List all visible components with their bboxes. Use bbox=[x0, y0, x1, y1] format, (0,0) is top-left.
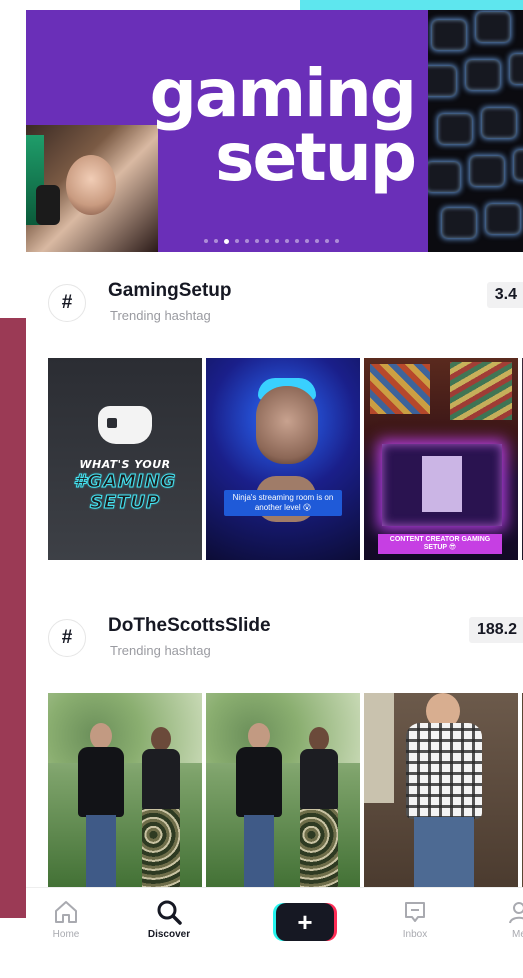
nav-me[interactable]: Me bbox=[484, 898, 523, 940]
carousel-dots[interactable] bbox=[204, 238, 339, 244]
hashtag-row-dothescottsslide[interactable]: # DoTheScottsSlide Trending hashtag 188.… bbox=[26, 613, 523, 683]
banner-gamer-photo bbox=[26, 125, 158, 252]
banner-title: gaming setup bbox=[150, 61, 417, 196]
room-window bbox=[364, 693, 394, 803]
hashtag-name[interactable]: DoTheScottsSlide bbox=[108, 615, 271, 637]
carousel-dot[interactable] bbox=[305, 239, 309, 243]
carousel-dot[interactable] bbox=[204, 239, 208, 243]
hashtag-subtitle: Trending hashtag bbox=[110, 308, 211, 323]
video-thumbnail[interactable]: CONTENT CREATOR GAMING SETUP 😎 bbox=[364, 358, 518, 560]
hashtag-name[interactable]: GamingSetup bbox=[108, 280, 232, 302]
carousel-dot[interactable] bbox=[325, 239, 329, 243]
nav-discover[interactable]: Discover bbox=[134, 898, 204, 940]
hashtag-thumbnails-dothescottsslide bbox=[48, 693, 523, 895]
carousel-dot[interactable] bbox=[295, 239, 299, 243]
wall-art bbox=[370, 364, 430, 414]
plus-icon: + bbox=[276, 903, 334, 941]
decorative-cyan-bar bbox=[300, 0, 523, 10]
carousel-dot[interactable] bbox=[214, 239, 218, 243]
home-icon bbox=[55, 901, 77, 923]
nav-inbox[interactable]: Inbox bbox=[380, 898, 450, 940]
video-thumbnail[interactable]: Ninja's streaming room is on another lev… bbox=[206, 358, 360, 560]
video-thumbnail[interactable]: WHAT'S YOUR #GAMING SETUP bbox=[48, 358, 202, 560]
carousel-dot[interactable] bbox=[255, 239, 259, 243]
carousel-dot[interactable] bbox=[315, 239, 319, 243]
app-frame: gaming setup # GamingSetup Trending hash… bbox=[0, 0, 523, 978]
video-thumbnail[interactable] bbox=[206, 693, 360, 895]
carousel-dot[interactable] bbox=[235, 239, 239, 243]
bottom-navigation: Home Discover + Inbox M bbox=[26, 887, 523, 968]
hashtag-view-count[interactable]: 188.2 bbox=[468, 617, 523, 643]
hashtag-view-count[interactable]: 3.4 bbox=[486, 282, 523, 308]
gamepad-icon bbox=[98, 406, 152, 444]
gamer-face bbox=[66, 155, 116, 215]
carousel-dot[interactable] bbox=[285, 239, 289, 243]
dancer-man bbox=[78, 723, 124, 895]
nav-label-me: Me bbox=[512, 929, 523, 940]
streamer-face bbox=[256, 386, 318, 464]
banner-keyboard-photo bbox=[428, 10, 523, 252]
inbox-icon bbox=[405, 902, 425, 922]
nav-home[interactable]: Home bbox=[31, 898, 101, 940]
hashtag-icon: # bbox=[48, 284, 86, 322]
carousel-dot[interactable] bbox=[245, 239, 249, 243]
nav-label-inbox: Inbox bbox=[402, 929, 428, 940]
thumbnail-text-line3: SETUP bbox=[89, 492, 161, 514]
carousel-dot[interactable] bbox=[275, 239, 279, 243]
hashtag-icon: # bbox=[48, 619, 86, 657]
thumbnail-caption: CONTENT CREATOR GAMING SETUP 😎 bbox=[378, 534, 502, 554]
dancer-jeans bbox=[414, 817, 474, 895]
carousel-dot[interactable] bbox=[224, 238, 229, 244]
microphone bbox=[36, 185, 60, 225]
nav-label-home: Home bbox=[52, 929, 80, 940]
gaming-pc bbox=[382, 444, 502, 526]
discover-screen: gaming setup # GamingSetup Trending hash… bbox=[26, 10, 523, 968]
decorative-maroon-bar bbox=[0, 318, 26, 918]
thumbnail-text-line1: WHAT'S YOUR bbox=[79, 458, 171, 471]
profile-icon bbox=[509, 902, 523, 924]
search-icon bbox=[157, 900, 182, 925]
video-thumbnail[interactable] bbox=[364, 693, 518, 895]
dancer-woman bbox=[298, 727, 340, 895]
banner-title-line2: setup bbox=[215, 119, 417, 196]
carousel-dot[interactable] bbox=[265, 239, 269, 243]
wall-art bbox=[450, 362, 512, 420]
plaid-shirt bbox=[406, 723, 482, 819]
video-thumbnail[interactable] bbox=[48, 693, 202, 895]
hashtag-thumbnails-gamingsetup: WHAT'S YOUR #GAMING SETUP Ninja's stream… bbox=[48, 358, 523, 560]
thumbnail-caption: Ninja's streaming room is on another lev… bbox=[224, 490, 342, 516]
hashtag-subtitle: Trending hashtag bbox=[110, 643, 211, 658]
thumbnail-text-line2: #GAMING bbox=[73, 471, 177, 493]
dancer-man bbox=[236, 723, 282, 895]
create-video-button[interactable]: + bbox=[273, 903, 337, 941]
nav-label-discover: Discover bbox=[147, 929, 191, 940]
dancer-woman bbox=[140, 727, 182, 895]
featured-banner[interactable]: gaming setup bbox=[26, 10, 523, 252]
carousel-dot[interactable] bbox=[335, 239, 339, 243]
hashtag-row-gamingsetup[interactable]: # GamingSetup Trending hashtag 3.4 bbox=[26, 278, 523, 348]
